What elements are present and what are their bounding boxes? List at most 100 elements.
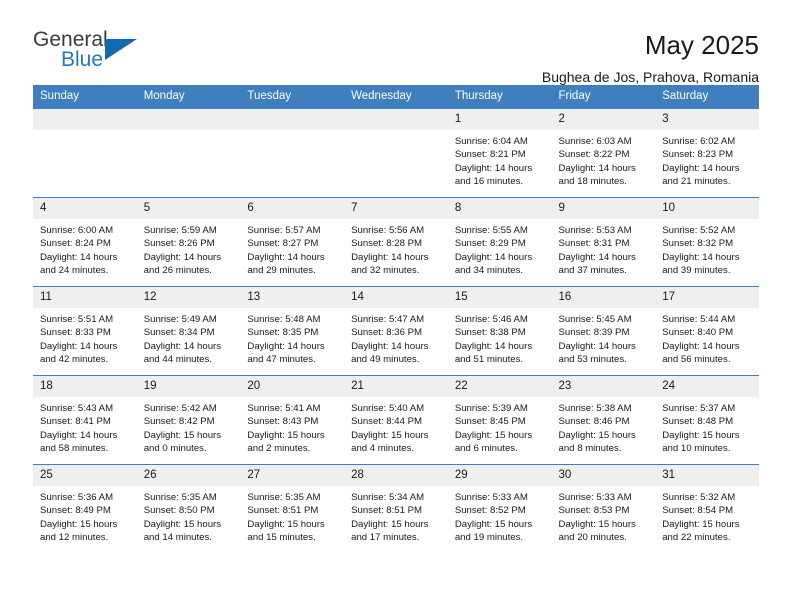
calendar-cell-day-10[interactable]: 10 Sunrise: 5:52 AM Sunset: 8:32 PM Dayligh… — [655, 197, 759, 287]
calendar-week-row: 1 Sunrise: 6:04 AM Sunset: 8:21 PM Daylight… — [33, 108, 759, 198]
calendar-cell-day-12[interactable]: 12 Sunrise: 5:49 AM Sunset: 8:34 PM Dayligh… — [136, 286, 241, 376]
calendar-cell-day-14[interactable]: 14 Sunrise: 5:47 AM Sunset: 8:36 PM Dayligh… — [344, 286, 448, 376]
calendar-cell-day-1[interactable]: 1 Sunrise: 6:04 AM Sunset: 8:21 PM Daylight… — [447, 108, 552, 198]
day-sun-info: Sunrise: 5:34 AM Sunset: 8:51 PM Daylight:… — [344, 486, 448, 544]
day-info-line: Daylight: 14 hours — [558, 340, 636, 352]
day-info-line: Daylight: 15 hours — [351, 429, 429, 441]
day-info-line: Sunset: 8:50 PM — [143, 505, 215, 517]
day-sun-info: Sunrise: 5:32 AM Sunset: 8:54 PM Daylight:… — [655, 486, 759, 544]
day-sun-info: Sunrise: 6:04 AM Sunset: 8:21 PM Daylight:… — [448, 130, 552, 188]
day-sun-info: Sunrise: 5:43 AM Sunset: 8:41 PM Daylight:… — [33, 397, 137, 455]
weekday-header-tuesday: Tuesday — [240, 85, 345, 109]
calendar-cell-day-21[interactable]: 21 Sunrise: 5:40 AM Sunset: 8:44 PM Dayligh… — [344, 375, 448, 465]
day-info-line: Sunset: 8:52 PM — [454, 505, 526, 517]
day-number: 11 — [33, 287, 137, 308]
calendar-cell-day-13[interactable]: 13 Sunrise: 5:48 AM Sunset: 8:35 PM Dayligh… — [240, 286, 345, 376]
day-info-line: Daylight: 15 hours — [454, 429, 533, 441]
day-info-line: and 10 minutes. — [662, 442, 731, 454]
day-info-line: Sunset: 8:46 PM — [558, 416, 630, 428]
calendar-cell-day-7[interactable]: 7 Sunrise: 5:56 AM Sunset: 8:28 PM Daylight… — [344, 197, 448, 287]
day-info-line: Sunset: 8:36 PM — [351, 327, 423, 339]
day-info-line: and 29 minutes. — [247, 264, 316, 276]
calendar-cell-day-30[interactable]: 30 Sunrise: 5:33 AM Sunset: 8:53 PM Dayligh… — [551, 464, 656, 554]
day-info-line: Sunrise: 5:48 AM — [247, 314, 321, 325]
day-info-line: Sunrise: 5:37 AM — [662, 403, 736, 414]
day-number: 28 — [344, 465, 448, 486]
day-number: 18 — [33, 376, 137, 397]
day-info-line: Daylight: 14 hours — [247, 251, 325, 263]
day-info-line: Sunrise: 5:47 AM — [351, 314, 425, 325]
calendar-cell-day-31[interactable]: 31 Sunrise: 5:32 AM Sunset: 8:54 PM Dayligh… — [655, 464, 759, 554]
day-info-line: Sunrise: 5:35 AM — [247, 492, 321, 503]
day-info-line: Sunset: 8:33 PM — [40, 327, 111, 339]
day-info-line: Sunset: 8:35 PM — [247, 327, 319, 339]
calendar-cell-day-9[interactable]: 9 Sunrise: 5:53 AM Sunset: 8:31 PM Daylight… — [551, 197, 656, 287]
calendar-cell-day-17[interactable]: 17 Sunrise: 5:44 AM Sunset: 8:40 PM Dayligh… — [655, 286, 759, 376]
weekday-header-friday: Friday — [551, 85, 656, 109]
calendar-cell-day-18[interactable]: 18 Sunrise: 5:43 AM Sunset: 8:41 PM Dayligh… — [33, 375, 137, 465]
day-info-line: Daylight: 15 hours — [558, 429, 636, 441]
day-info-line: Sunrise: 5:56 AM — [351, 225, 425, 236]
day-number: 8 — [447, 198, 552, 219]
day-info-line: and 51 minutes. — [454, 353, 524, 365]
calendar-cell-day-27[interactable]: 27 Sunrise: 5:35 AM Sunset: 8:51 PM Dayligh… — [240, 464, 345, 554]
day-sun-info: Sunrise: 5:33 AM Sunset: 8:52 PM Daylight:… — [448, 486, 552, 544]
calendar-cell-day-24[interactable]: 24 Sunrise: 5:37 AM Sunset: 8:48 PM Dayligh… — [655, 375, 759, 465]
calendar-cell-day-4[interactable]: 4 Sunrise: 6:00 AM Sunset: 8:24 PM Daylight… — [33, 197, 137, 287]
day-number: 15 — [447, 287, 552, 308]
calendar-cell-day-8[interactable]: 8 Sunrise: 5:55 AM Sunset: 8:29 PM Daylight… — [447, 197, 552, 287]
calendar-week-row: 4 Sunrise: 6:00 AM Sunset: 8:24 PM Daylight… — [33, 197, 759, 287]
calendar-week-row: 11 Sunrise: 5:51 AM Sunset: 8:33 PM Dayligh… — [33, 286, 759, 376]
day-info-line: and 24 minutes. — [40, 264, 109, 276]
day-info-line: Sunset: 8:48 PM — [662, 416, 734, 428]
day-info-line: and 19 minutes. — [454, 531, 524, 543]
calendar-cell-day-28[interactable]: 28 Sunrise: 5:34 AM Sunset: 8:51 PM Dayligh… — [344, 464, 448, 554]
day-sun-info: Sunrise: 5:33 AM Sunset: 8:53 PM Daylight:… — [552, 486, 656, 544]
calendar-cell-day-15[interactable]: 15 Sunrise: 5:46 AM Sunset: 8:38 PM Dayligh… — [447, 286, 552, 376]
day-info-line: Sunrise: 5:45 AM — [558, 314, 632, 325]
day-info-line: Daylight: 14 hours — [143, 251, 222, 263]
day-info-line: Sunset: 8:24 PM — [40, 238, 111, 250]
day-sun-info: Sunrise: 5:53 AM Sunset: 8:31 PM Daylight:… — [552, 219, 656, 277]
day-info-line: and 53 minutes. — [558, 353, 627, 365]
day-info-line: Daylight: 15 hours — [247, 429, 325, 441]
calendar-cell-day-11[interactable]: 11 Sunrise: 5:51 AM Sunset: 8:33 PM Dayligh… — [33, 286, 137, 376]
day-sun-info: Sunrise: 6:03 AM Sunset: 8:22 PM Daylight:… — [552, 130, 656, 188]
day-info-line: Sunrise: 5:55 AM — [454, 225, 528, 236]
day-info-line: Sunrise: 5:49 AM — [143, 314, 217, 325]
day-info-line: and 34 minutes. — [454, 264, 524, 276]
calendar-cell-day-16[interactable]: 16 Sunrise: 5:45 AM Sunset: 8:39 PM Dayligh… — [551, 286, 656, 376]
day-info-line: and 2 minutes. — [247, 442, 311, 454]
day-number: 9 — [551, 198, 656, 219]
calendar-cell-day-23[interactable]: 23 Sunrise: 5:38 AM Sunset: 8:46 PM Dayligh… — [551, 375, 656, 465]
day-info-line: Sunset: 8:21 PM — [454, 149, 526, 161]
day-info-line: and 6 minutes. — [454, 442, 518, 454]
day-info-line: and 8 minutes. — [558, 442, 622, 454]
day-info-line: Sunrise: 5:51 AM — [40, 314, 114, 325]
calendar-cell-day-6[interactable]: 6 Sunrise: 5:57 AM Sunset: 8:27 PM Daylight… — [240, 197, 345, 287]
day-info-line: Daylight: 14 hours — [454, 340, 533, 352]
day-number: 19 — [136, 376, 241, 397]
day-info-line: Sunset: 8:49 PM — [40, 505, 111, 517]
calendar-cell-day-29[interactable]: 29 Sunrise: 5:33 AM Sunset: 8:52 PM Dayligh… — [447, 464, 552, 554]
calendar-cell-day-5[interactable]: 5 Sunrise: 5:59 AM Sunset: 8:26 PM Daylight… — [136, 197, 241, 287]
calendar-cell-day-20[interactable]: 20 Sunrise: 5:41 AM Sunset: 8:43 PM Dayligh… — [240, 375, 345, 465]
day-info-line: Sunrise: 5:40 AM — [351, 403, 425, 414]
day-sun-info: Sunrise: 5:39 AM Sunset: 8:45 PM Daylight:… — [448, 397, 552, 455]
day-info-line: and 14 minutes. — [143, 531, 212, 543]
calendar-cell-day-3[interactable]: 3 Sunrise: 6:02 AM Sunset: 8:23 PM Daylight… — [655, 108, 759, 198]
calendar-cell-day-25[interactable]: 25 Sunrise: 5:36 AM Sunset: 8:49 PM Dayligh… — [33, 464, 137, 554]
day-info-line: Sunset: 8:42 PM — [143, 416, 215, 428]
day-number: 1 — [447, 109, 552, 130]
calendar-cell-day-19[interactable]: 19 Sunrise: 5:42 AM Sunset: 8:42 PM Dayligh… — [136, 375, 241, 465]
calendar-cell-day-26[interactable]: 26 Sunrise: 5:35 AM Sunset: 8:50 PM Dayligh… — [136, 464, 241, 554]
day-sun-info: Sunrise: 5:37 AM Sunset: 8:48 PM Daylight:… — [655, 397, 759, 455]
day-info-line: Sunrise: 5:33 AM — [558, 492, 632, 503]
calendar-cell-day-22[interactable]: 22 Sunrise: 5:39 AM Sunset: 8:45 PM Dayligh… — [447, 375, 552, 465]
day-info-line: and 0 minutes. — [143, 442, 207, 454]
day-number: 2 — [551, 109, 656, 130]
day-info-line: Daylight: 14 hours — [662, 340, 740, 352]
brand-logo[interactable]: General Blue — [33, 28, 163, 76]
calendar-cell-day-2[interactable]: 2 Sunrise: 6:03 AM Sunset: 8:22 PM Daylight… — [551, 108, 656, 198]
day-number: 12 — [136, 287, 241, 308]
